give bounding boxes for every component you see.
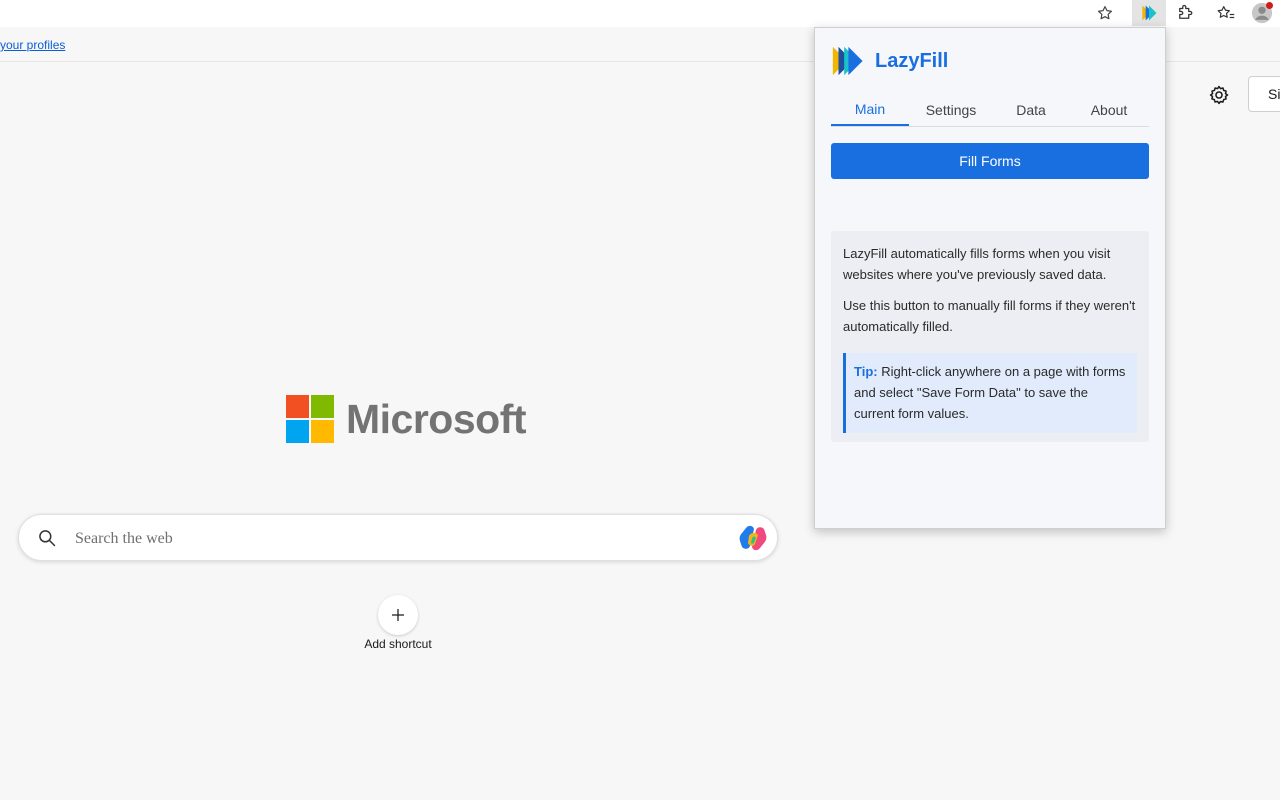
- tab-about[interactable]: About: [1069, 94, 1149, 126]
- info-card: LazyFill automatically fills forms when …: [831, 231, 1149, 442]
- tip-text: Right-click anywhere on a page with form…: [854, 364, 1126, 421]
- popup-title: LazyFill: [875, 50, 949, 72]
- copilot-icon[interactable]: [737, 524, 769, 552]
- favorites-icon: [1217, 6, 1235, 19]
- lazyfill-extension-button[interactable]: [1132, 0, 1166, 26]
- tip-box: Tip: Right-click anywhere on a page with…: [843, 353, 1137, 433]
- add-favorite-button[interactable]: [1088, 0, 1122, 26]
- lazyfill-logo-icon: [832, 46, 863, 76]
- info-paragraph: LazyFill automatically fills forms when …: [843, 246, 1111, 282]
- fill-forms-button[interactable]: Fill Forms: [831, 143, 1149, 179]
- info-paragraph: Use this button to manually fill forms i…: [843, 298, 1136, 334]
- star-icon: [1098, 6, 1112, 20]
- add-shortcut-button[interactable]: [378, 595, 418, 635]
- extensions-button[interactable]: [1168, 0, 1202, 26]
- lazyfill-extension-icon: [1142, 5, 1157, 21]
- browser-toolbar: [0, 0, 1280, 28]
- extensions-puzzle-icon: [1179, 4, 1193, 19]
- add-shortcut-label: Add shortcut: [364, 637, 432, 651]
- page-settings-button[interactable]: [1204, 80, 1234, 110]
- popup-tabs: Main Settings Data About: [831, 94, 1149, 127]
- lazyfill-popup: LazyFill Main Settings Data About Fill F…: [814, 27, 1166, 529]
- tab-settings[interactable]: Settings: [909, 94, 993, 126]
- favorites-button[interactable]: [1209, 0, 1243, 26]
- microsoft-logo: [286, 395, 334, 443]
- plus-icon: [392, 609, 404, 621]
- profile-button[interactable]: [1245, 0, 1279, 26]
- tip-label: Tip:: [854, 364, 878, 379]
- search-box[interactable]: [18, 514, 778, 561]
- search-icon: [39, 530, 56, 547]
- search-input[interactable]: [73, 524, 717, 554]
- notification-dot: [1266, 2, 1273, 9]
- profiles-link[interactable]: your profiles: [0, 38, 65, 52]
- tab-data[interactable]: Data: [993, 94, 1069, 126]
- sign-in-button[interactable]: Sign in: [1248, 76, 1280, 112]
- tab-main[interactable]: Main: [831, 94, 909, 126]
- microsoft-wordmark: Microsoft: [346, 396, 527, 442]
- gear-icon: [1209, 85, 1229, 105]
